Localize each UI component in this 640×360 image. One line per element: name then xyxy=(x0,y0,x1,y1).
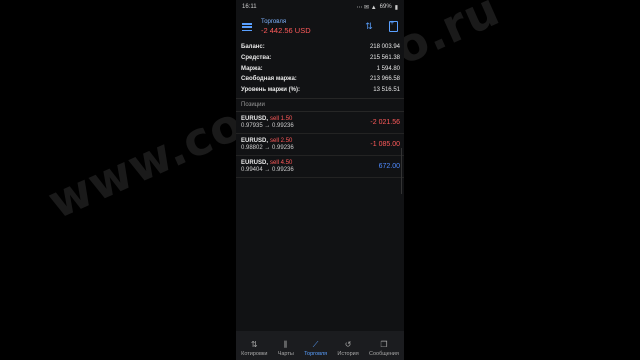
header-title-block: Торговля -2 442.56 USD xyxy=(261,19,311,35)
nav-label: Котировки xyxy=(241,351,268,357)
position-side: sell 4.50 xyxy=(270,160,293,167)
position-info: EURUSD, sell 4.50 0.99404 → 0.99236 xyxy=(241,160,294,173)
bottom-nav: ⇅ Котировки ⫼ Чарты ⟋ Торговля ↺ История… xyxy=(236,331,404,360)
battery-icon: ▮ xyxy=(394,4,398,11)
status-icons: ⋯ ✉ ▲ 69% ▮ xyxy=(356,4,398,11)
position-profit: -1 085.00 xyxy=(370,141,400,149)
app-header: Торговля -2 442.56 USD ⇅ xyxy=(236,14,404,40)
summary-label: Уровень маржи (%): xyxy=(241,87,300,94)
position-profit: 672.00 xyxy=(378,163,400,171)
position-prices: 0.97935 → 0.99236 xyxy=(241,123,294,130)
summary-label: Средства: xyxy=(241,54,272,61)
position-title: EURUSD, sell 1.50 xyxy=(241,116,294,122)
nav-label: Сообщения xyxy=(369,351,399,357)
phone-screen: 16:11 ⋯ ✉ ▲ 69% ▮ Торговля -2 442.56 USD… xyxy=(236,0,404,360)
position-prices: 0.99404 → 0.99236 xyxy=(241,167,294,174)
summary-row-margin-level: Уровень маржи (%): 13 516.51 xyxy=(241,85,400,96)
header-actions: ⇅ xyxy=(364,20,398,32)
nav-quotes[interactable]: ⇅ Котировки xyxy=(241,340,267,357)
position-profit: -2 021.56 xyxy=(370,119,400,127)
summary-value: 215 561.38 xyxy=(369,54,400,61)
balance-change: -2 442.56 USD xyxy=(261,26,311,36)
position-title: EURUSD, sell 4.50 xyxy=(241,160,294,166)
status-time: 16:11 xyxy=(242,4,257,10)
nav-trade[interactable]: ⟋ Торговля xyxy=(304,340,327,357)
summary-value: 218 003.94 xyxy=(369,44,400,50)
trend-icon: ⟋ xyxy=(312,340,319,349)
position-row[interactable]: EURUSD, sell 1.50 0.97935 → 0.99236 -2 02… xyxy=(236,112,404,134)
summary-row-margin: Маржа: 1 594.80 xyxy=(241,64,400,75)
position-info: EURUSD, sell 1.50 0.97935 → 0.99236 xyxy=(241,116,294,129)
summary-row-free-margin: Свободная маржа: 213 966.58 xyxy=(241,74,400,85)
position-title: EURUSD, sell 2.50 xyxy=(241,138,294,144)
summary-row-balance: Баланс: 218 003.94 xyxy=(241,42,400,53)
nav-label: Торговля xyxy=(304,351,328,357)
account-summary: Баланс: 218 003.94 Средства: 215 561.38 … xyxy=(236,40,404,96)
position-side: sell 1.50 xyxy=(270,116,293,123)
nav-label: Чарты xyxy=(277,351,294,357)
summary-value: 213 966.58 xyxy=(369,76,400,83)
arrows-updown-icon: ⇅ xyxy=(250,340,258,349)
sort-icon[interactable]: ⇅ xyxy=(364,21,374,31)
position-info: EURUSD, sell 2.50 0.98802 → 0.99236 xyxy=(241,138,294,151)
position-symbol: EURUSD, xyxy=(241,116,269,123)
position-row[interactable]: EURUSD, sell 4.50 0.99404 → 0.99236 672.0… xyxy=(236,156,404,178)
page-title: Торговля xyxy=(261,19,287,26)
summary-label: Свободная маржа: xyxy=(241,76,297,83)
summary-label: Маржа: xyxy=(241,65,263,72)
nav-messages[interactable]: ❐ Сообщения xyxy=(369,340,399,357)
new-order-icon[interactable] xyxy=(388,20,398,32)
battery-percent: 69% xyxy=(379,4,392,10)
summary-label: Баланс: xyxy=(241,44,265,50)
nav-history[interactable]: ↺ История xyxy=(337,340,358,357)
menu-icon[interactable] xyxy=(242,23,252,31)
nav-charts[interactable]: ⫼ Чарты xyxy=(278,340,294,357)
summary-value: 13 516.51 xyxy=(373,87,400,94)
position-prices: 0.98802 → 0.99236 xyxy=(241,145,294,152)
position-symbol: EURUSD, xyxy=(241,160,269,167)
history-icon: ↺ xyxy=(344,340,352,349)
status-bar: 16:11 ⋯ ✉ ▲ 69% ▮ xyxy=(236,0,404,14)
scrollbar[interactable] xyxy=(400,148,402,194)
candles-icon: ⫼ xyxy=(283,340,288,349)
position-row[interactable]: EURUSD, sell 2.50 0.98802 → 0.99236 -1 08… xyxy=(236,134,404,156)
positions-header: Позиции xyxy=(236,97,404,112)
summary-row-equity: Средства: 215 561.38 xyxy=(241,53,400,64)
position-symbol: EURUSD, xyxy=(241,138,269,145)
position-side: sell 2.50 xyxy=(270,138,293,145)
messages-icon: ❐ xyxy=(380,340,388,349)
summary-value: 1 594.80 xyxy=(376,65,400,72)
nav-label: История xyxy=(337,351,359,357)
status-icons-text: ⋯ ✉ ▲ xyxy=(356,4,377,11)
